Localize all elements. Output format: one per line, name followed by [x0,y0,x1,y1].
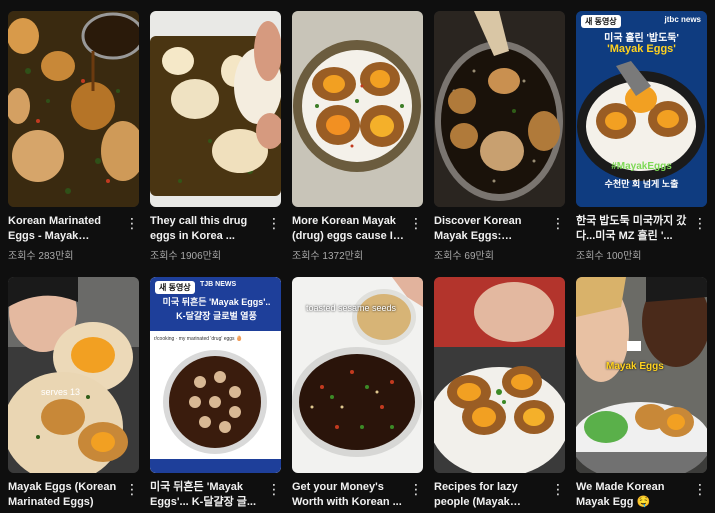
view-count: 조회수 100만회 [576,251,642,262]
video-card[interactable]: They call this drug eggs in Korea ... 조회… [150,11,281,262]
video-thumbnail[interactable]: serves 13 [8,277,139,473]
video-thumbnail[interactable] [434,277,565,473]
thumbnail-headline: 'Mayak Eggs' [607,43,676,55]
thumbnail-caption: Mayak Eggs [606,361,664,372]
view-count: 조회수 1372만회 [292,251,364,262]
new-video-badge: 새 동영상 [581,15,621,28]
video-thumbnail[interactable]: toasted sesame seeds [292,277,423,473]
video-title[interactable]: Discover Korean Mayak Eggs: Savory,... [434,214,546,244]
video-title[interactable]: We Made Korean Mayak Egg 🤤 [576,480,688,510]
video-card[interactable]: Korean Marinated Eggs - Mayak Gyera... 조… [8,11,139,262]
video-title[interactable]: 미국 뒤흔든 'Mayak Eggs'... K-달걀장 글... [150,480,262,510]
more-options-icon[interactable]: ⋮ [693,480,707,498]
video-title[interactable]: More Korean Mayak (drug) eggs cause I ..… [292,214,404,244]
thumbnail-caption: toasted sesame seeds [306,303,397,313]
new-video-badge: 새 동영상 [155,281,195,294]
view-count: 조회수 283만회 [8,251,74,262]
video-thumbnail[interactable] [292,11,423,207]
video-thumbnail[interactable]: 새 동영상 TJB NEWS 미국 뒤흔든 'Mayak Eggs'.. K-달… [150,277,281,473]
video-thumbnail[interactable]: 새 동영상 jtbc news 미국 홀린 '밥도둑' 'Mayak Eggs'… [576,11,707,207]
video-card[interactable]: serves 13 Mayak Eggs (Korean Marinated E… [8,277,139,513]
view-count: 조회수 69만회 [434,251,494,262]
more-options-icon[interactable]: ⋮ [409,214,423,232]
video-title[interactable]: Mayak Eggs (Korean Marinated Eggs) [8,480,120,510]
channel-logo: TJB NEWS [200,281,237,288]
thumbnail-caption: r/cooking · my marinated 'drug' eggs 🥚 [154,336,243,342]
video-card[interactable]: Mayak Eggs We Made Korean Mayak Egg 🤤 ⋮ [576,277,707,513]
more-options-icon[interactable]: ⋮ [267,480,281,498]
video-title[interactable]: Get your Money's Worth with Korean ... [292,480,404,510]
thumbnail-headline: 미국 홀린 '밥도둑' [604,33,679,44]
more-options-icon[interactable]: ⋮ [409,480,423,498]
more-options-icon[interactable]: ⋮ [125,214,139,232]
view-count: 조회수 1906만회 [150,251,222,262]
video-thumbnail[interactable] [150,11,281,207]
video-card[interactable]: toasted sesame seeds Get your Money's Wo… [292,277,423,513]
video-thumbnail[interactable] [434,11,565,207]
video-thumbnail[interactable]: Mayak Eggs [576,277,707,473]
channel-logo: jtbc news [664,15,701,24]
more-options-icon[interactable]: ⋮ [693,214,707,232]
video-thumbnail[interactable] [8,11,139,207]
video-title[interactable]: They call this drug eggs in Korea ... [150,214,262,244]
more-options-icon[interactable]: ⋮ [551,214,565,232]
thumbnail-hashtag: #MayakEggs [611,161,672,172]
video-card[interactable]: Discover Korean Mayak Eggs: Savory,... 조… [434,11,565,262]
more-options-icon[interactable]: ⋮ [125,480,139,498]
more-options-icon[interactable]: ⋮ [551,480,565,498]
video-title[interactable]: 한국 밥도둑 미국까지 갔다...미국 MZ 홀린 '... [576,214,688,244]
video-card[interactable]: Recipes for lazy people (Mayak eggs... ⋮ [434,277,565,513]
thumbnail-headline: 미국 뒤흔든 'Mayak Eggs'.. [162,297,271,307]
thumbnail-caption: serves 13 [41,387,81,397]
thumbnail-headline: K-달걀장 글로벌 열풍 [176,311,257,321]
video-title[interactable]: Recipes for lazy people (Mayak eggs... [434,480,546,510]
video-card[interactable]: 새 동영상 jtbc news 미국 홀린 '밥도둑' 'Mayak Eggs'… [576,11,707,262]
more-options-icon[interactable]: ⋮ [267,214,281,232]
thumbnail-caption: 수천만 회 넘게 노출 [604,179,679,189]
video-card[interactable]: More Korean Mayak (drug) eggs cause I ..… [292,11,423,262]
video-title[interactable]: Korean Marinated Eggs - Mayak Gyera... [8,214,120,244]
video-card[interactable]: 새 동영상 TJB NEWS 미국 뒤흔든 'Mayak Eggs'.. K-달… [150,277,281,513]
